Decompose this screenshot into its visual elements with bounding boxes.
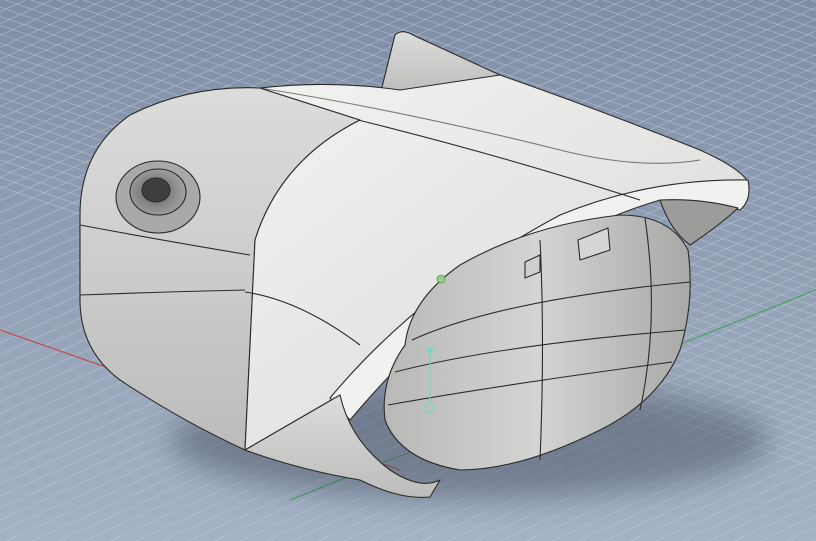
origin-point-icon[interactable] xyxy=(436,274,446,284)
model-canvas[interactable] xyxy=(0,0,816,541)
mounting-hole-bore xyxy=(141,177,171,203)
3d-viewport[interactable] xyxy=(0,0,816,541)
